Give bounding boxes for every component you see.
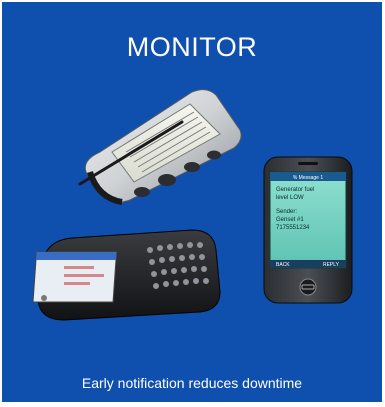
- devices-illustration: % Message 1 Generator fuel level LOW Sen…: [32, 89, 353, 321]
- phone-screen-header: % Message 1: [293, 175, 324, 181]
- phone-screen-line5: 7175551234: [276, 225, 310, 231]
- phone-reply-label: REPLY: [323, 262, 340, 268]
- phone-screen-line2: level LOW: [276, 195, 304, 201]
- phone-screen-line4: Genset #1: [276, 217, 304, 223]
- monitor-panel: MONITOR % Message 1 Generator fuel level…: [2, 2, 382, 402]
- phone-back-label: BACK: [276, 262, 290, 268]
- blackberry-device: [32, 229, 221, 321]
- pda-device: [78, 89, 242, 205]
- phone-screen-line3: Sender:: [276, 209, 297, 215]
- phone-screen-line1: Generator fuel: [276, 187, 314, 193]
- panel-caption: Early notification reduces downtime: [81, 375, 303, 391]
